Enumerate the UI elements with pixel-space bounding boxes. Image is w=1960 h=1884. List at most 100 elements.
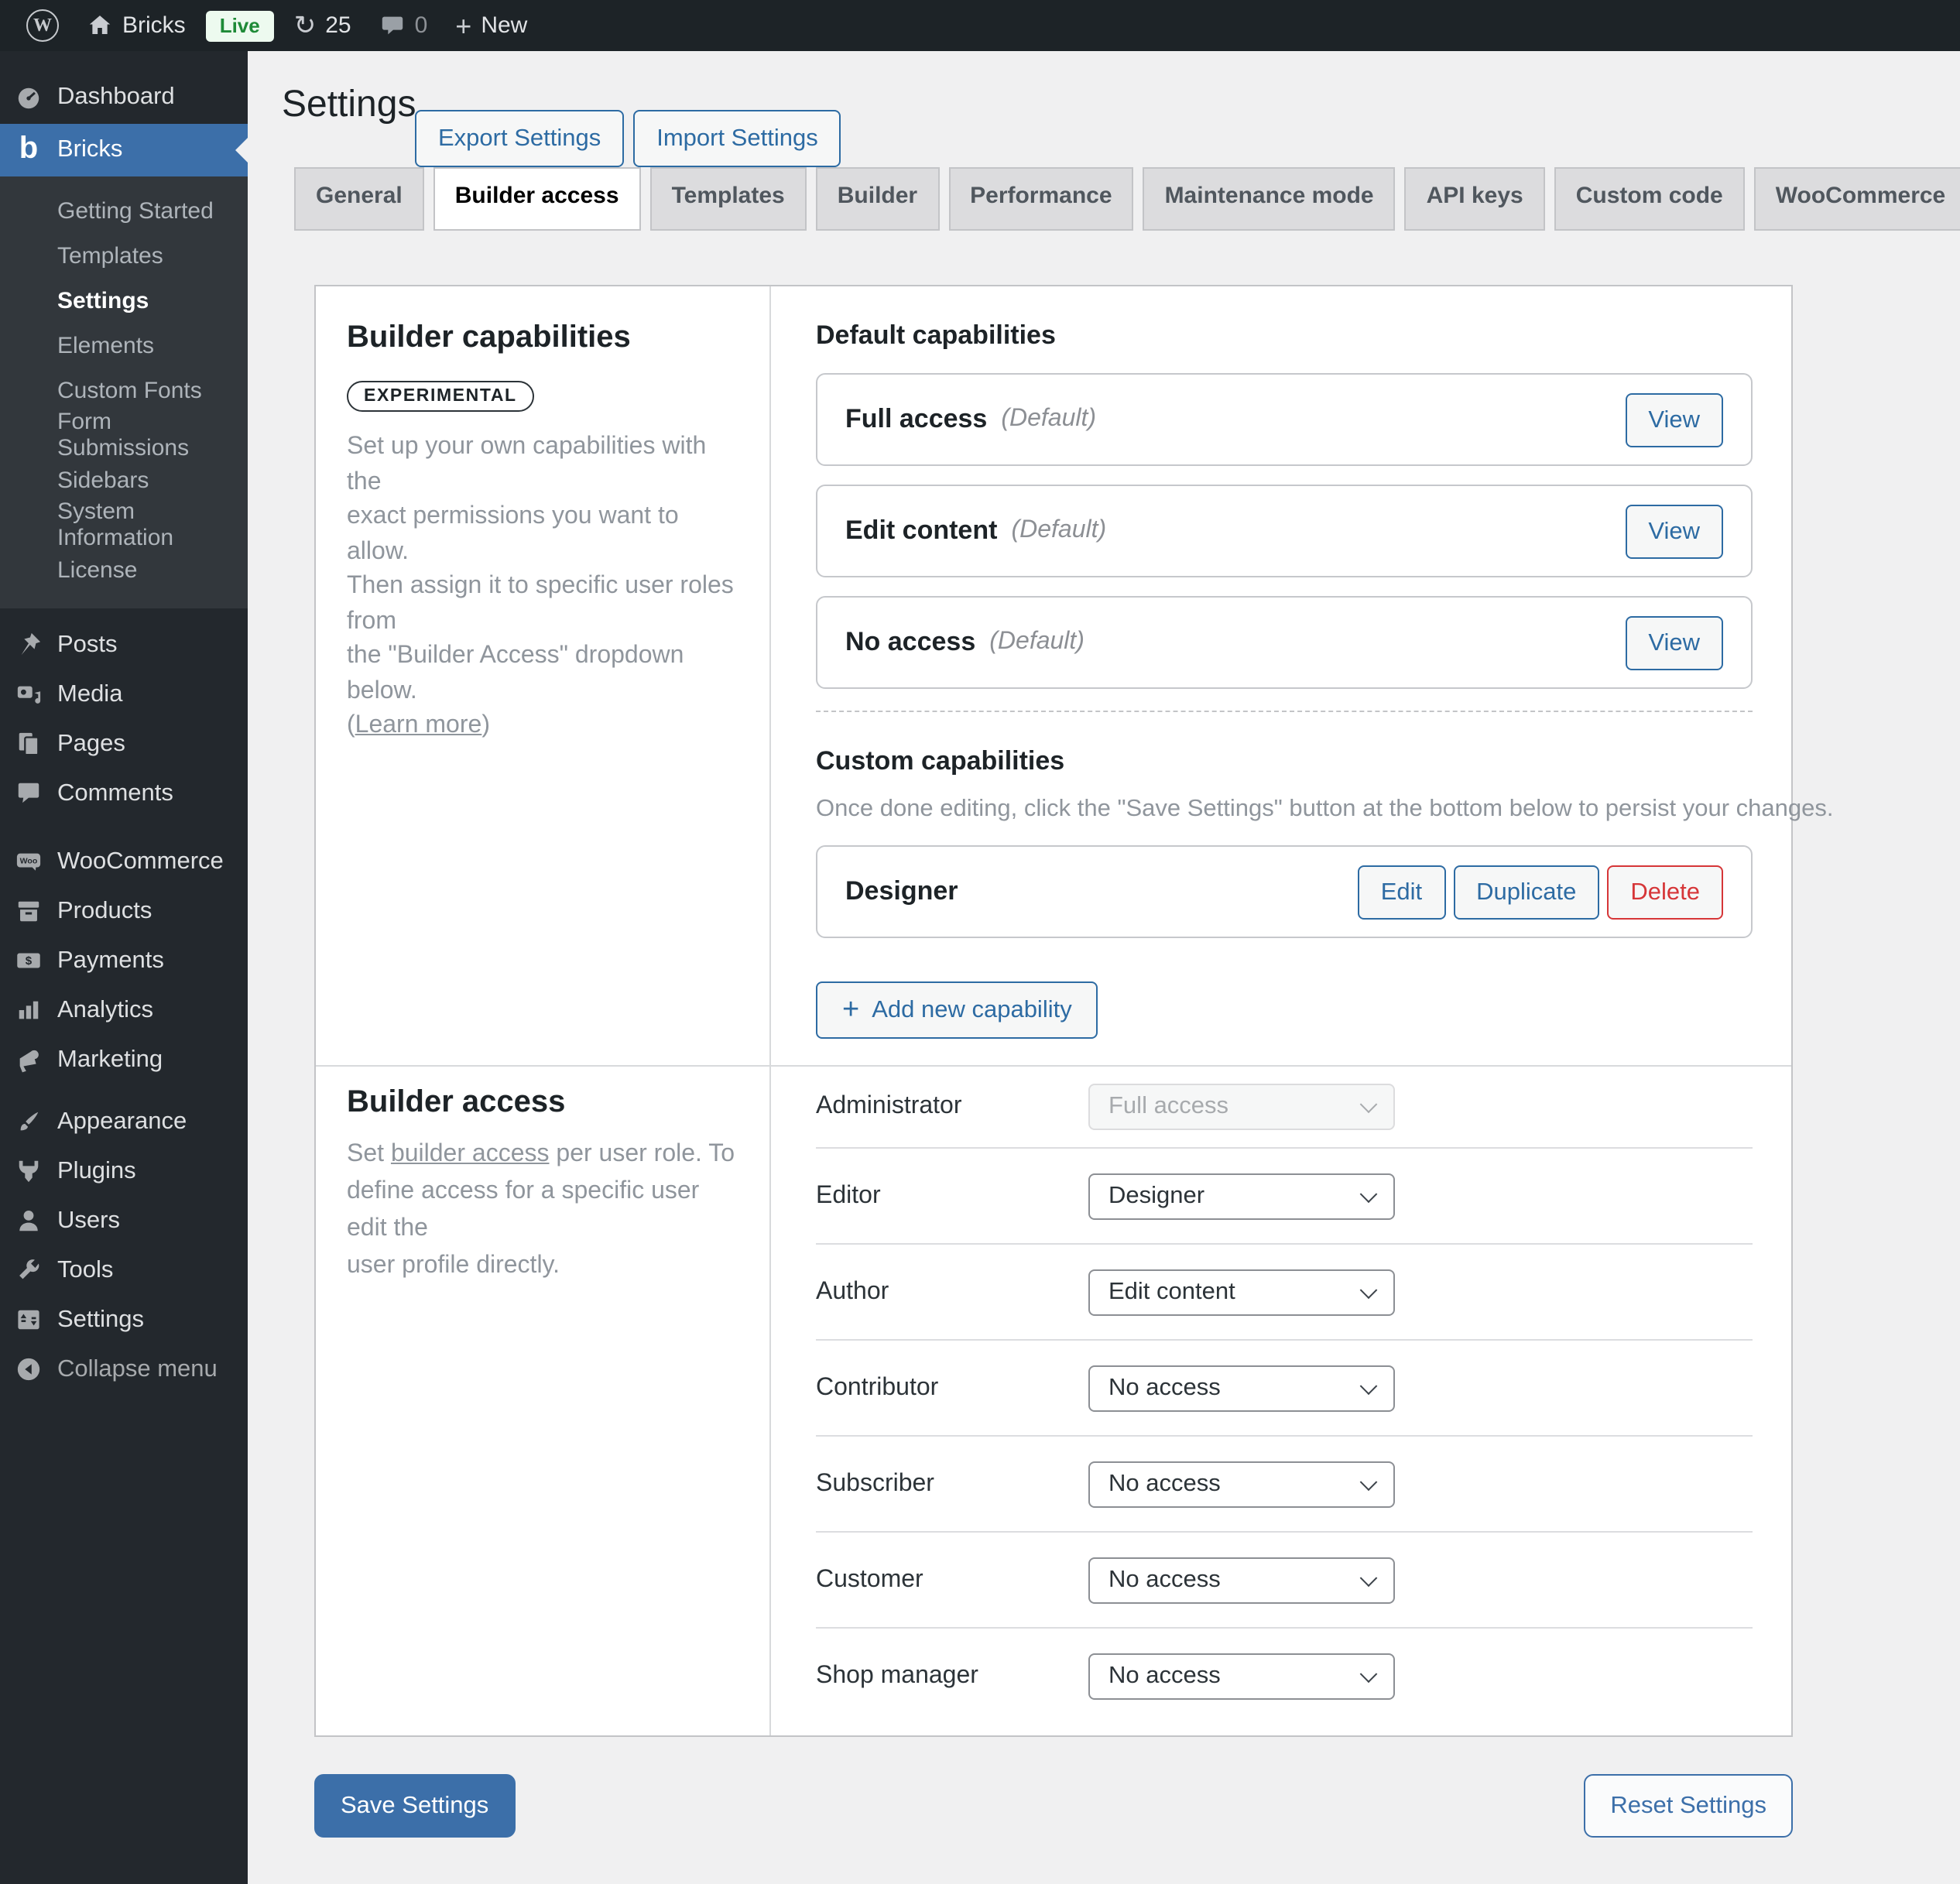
tab-templates[interactable]: Templates — [650, 167, 807, 231]
submenu-item-form-submissions[interactable]: Form Submissions — [0, 413, 248, 457]
capability-default-tag: (Default) — [1001, 406, 1096, 433]
sidebar-item-tools[interactable]: Tools — [0, 1245, 248, 1295]
select-value: No access — [1108, 1566, 1221, 1594]
submenu-item-license[interactable]: License — [0, 547, 248, 592]
tab-builder-access[interactable]: Builder access — [433, 167, 641, 231]
submenu-item-elements[interactable]: Elements — [0, 323, 248, 368]
pages-icon — [15, 731, 42, 757]
submenu-item-system-information[interactable]: System Information — [0, 502, 248, 547]
sidebar-item-posts[interactable]: Posts — [0, 620, 248, 670]
submenu-item-sidebars[interactable]: Sidebars — [0, 457, 248, 502]
submenu-item-templates[interactable]: Templates — [0, 233, 248, 278]
sidebar-item-label: Dashboard — [57, 84, 175, 111]
builder-access-panel: Builder capabilities EXPERIMENTAL Set up… — [314, 285, 1793, 1737]
sidebar-item-plugins[interactable]: Plugins — [0, 1146, 248, 1196]
description-line: define access for a specific user edit t… — [347, 1173, 738, 1248]
new-content-link[interactable]: + New — [441, 0, 541, 51]
builder-access-select-author[interactable]: Edit content — [1088, 1269, 1395, 1315]
tab-maintenance-mode[interactable]: Maintenance mode — [1143, 167, 1396, 231]
builder-access-link[interactable]: builder access — [391, 1141, 550, 1167]
sidebar-item-media[interactable]: Media — [0, 670, 248, 719]
view-edit-content-button[interactable]: View — [1625, 504, 1723, 558]
export-settings-button[interactable]: Export Settings — [415, 110, 624, 167]
analytics-bars-icon — [15, 997, 42, 1023]
learn-more-line: (Learn more) — [347, 709, 738, 744]
sidebar-item-label: Analytics — [57, 996, 153, 1024]
builder-access-select-shop-manager[interactable]: No access — [1088, 1653, 1395, 1699]
sidebar-item-label: Payments — [57, 947, 164, 975]
builder-access-select-subscriber[interactable]: No access — [1088, 1461, 1395, 1507]
role-row-subscriber: Subscriber No access — [816, 1437, 1753, 1533]
view-full-access-button[interactable]: View — [1625, 392, 1723, 447]
sidebar-item-label: Posts — [57, 631, 118, 659]
sidebar-item-label: Users — [57, 1207, 120, 1235]
description-line: the "Builder Access" dropdown below. — [347, 639, 738, 709]
builder-access-select-contributor[interactable]: No access — [1088, 1365, 1395, 1411]
role-label: Subscriber — [816, 1470, 1088, 1498]
sidebar-item-pages[interactable]: Pages — [0, 719, 248, 769]
capability-name: No access — [845, 627, 975, 658]
add-new-capability-button[interactable]: + Add new capability — [816, 981, 1098, 1039]
comment-bubble-icon — [379, 12, 406, 39]
sidebar-item-appearance[interactable]: Appearance — [0, 1097, 248, 1146]
import-settings-button[interactable]: Import Settings — [633, 110, 841, 167]
comments-link[interactable]: 0 — [365, 0, 442, 51]
role-row-editor: Editor Designer — [816, 1149, 1753, 1245]
svg-text:$: $ — [26, 954, 33, 968]
select-value: Full access — [1108, 1093, 1228, 1121]
role-label: Administrator — [816, 1093, 1088, 1121]
sidebar-item-marketing[interactable]: Marketing — [0, 1035, 248, 1084]
live-badge[interactable]: Live — [206, 10, 274, 41]
sidebar-item-analytics[interactable]: Analytics — [0, 985, 248, 1035]
builder-access-select-customer[interactable]: No access — [1088, 1557, 1395, 1603]
delete-designer-button[interactable]: Delete — [1607, 865, 1723, 919]
sidebar-item-payments[interactable]: $ Payments — [0, 936, 248, 985]
wordpress-logo-icon: W — [26, 9, 59, 42]
comments-icon — [15, 780, 42, 807]
learn-more-link[interactable]: Learn more — [355, 712, 482, 738]
site-name: Bricks — [122, 12, 186, 39]
sidebar-item-settings[interactable]: Settings — [0, 1295, 248, 1344]
tab-performance[interactable]: Performance — [948, 167, 1133, 231]
duplicate-designer-button[interactable]: Duplicate — [1453, 865, 1599, 919]
sidebar-item-bricks[interactable]: b Bricks — [0, 123, 248, 176]
plus-icon: + — [842, 998, 859, 1022]
tab-api-keys[interactable]: API keys — [1405, 167, 1545, 231]
tab-builder[interactable]: Builder — [816, 167, 939, 231]
select-value: No access — [1108, 1470, 1221, 1498]
sidebar-item-products[interactable]: Products — [0, 886, 248, 936]
site-link[interactable]: Bricks — [73, 0, 200, 51]
builder-access-select-editor[interactable]: Designer — [1088, 1173, 1395, 1219]
edit-designer-button[interactable]: Edit — [1358, 865, 1445, 919]
sidebar-item-woocommerce[interactable]: Woo WooCommerce — [0, 837, 248, 886]
updates-link[interactable]: ↻ 25 — [280, 0, 365, 51]
builder-access-heading: Builder access — [347, 1085, 738, 1121]
wordpress-menu[interactable]: W — [12, 0, 73, 51]
submenu-item-settings[interactable]: Settings — [0, 278, 248, 323]
tab-general[interactable]: General — [294, 167, 424, 231]
save-settings-button[interactable]: Save Settings — [314, 1774, 515, 1838]
tab-custom-code[interactable]: Custom code — [1554, 167, 1745, 231]
reset-settings-button[interactable]: Reset Settings — [1584, 1774, 1793, 1838]
sidebar-item-dashboard[interactable]: Dashboard — [0, 72, 248, 123]
payments-card-icon: $ — [15, 947, 42, 974]
plugin-icon — [15, 1158, 42, 1184]
role-label: Author — [816, 1278, 1088, 1306]
svg-text:Woo: Woo — [20, 857, 38, 866]
role-row-customer: Customer No access — [816, 1533, 1753, 1629]
sidebar-item-comments[interactable]: Comments — [0, 769, 248, 818]
capability-default-tag: (Default) — [1011, 517, 1106, 545]
tab-woocommerce[interactable]: WooCommerce — [1754, 167, 1960, 231]
admin-sidebar: Dashboard b Bricks Getting Started Templ… — [0, 51, 248, 1884]
submenu-item-getting-started[interactable]: Getting Started — [0, 188, 248, 233]
view-no-access-button[interactable]: View — [1625, 615, 1723, 670]
sidebar-item-label: Pages — [57, 730, 125, 758]
bricks-logo-icon: b — [15, 136, 42, 163]
submenu-item-custom-fonts[interactable]: Custom Fonts — [0, 368, 248, 413]
sidebar-item-users[interactable]: Users — [0, 1196, 248, 1245]
builder-access-roles: Administrator Full access Editor Designe… — [771, 1067, 1791, 1735]
select-value: No access — [1108, 1662, 1221, 1690]
sidebar-item-collapse-menu[interactable]: Collapse menu — [0, 1344, 248, 1394]
role-row-administrator: Administrator Full access — [816, 1067, 1753, 1149]
experimental-badge: EXPERIMENTAL — [347, 381, 534, 412]
